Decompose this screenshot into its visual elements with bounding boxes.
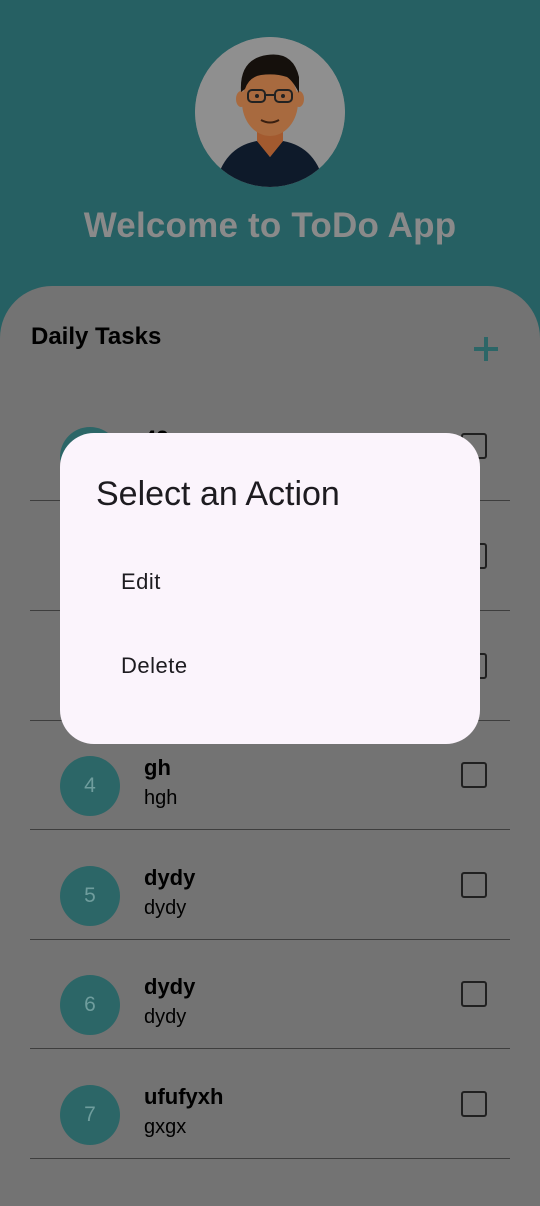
add-task-button[interactable]: [470, 333, 502, 365]
task-subtitle: dydy: [144, 897, 187, 919]
task-title: dydy: [144, 865, 196, 890]
person-avatar-illustration: [195, 37, 345, 187]
task-number-badge: 7: [60, 1085, 120, 1145]
task-checkbox[interactable]: [461, 762, 487, 788]
task-subtitle: gxgx: [144, 1116, 187, 1138]
header: Welcome to ToDo App: [0, 0, 540, 300]
task-title: dydy: [144, 974, 196, 999]
task-checkbox[interactable]: [461, 981, 487, 1007]
delete-option[interactable]: Delete: [121, 653, 188, 679]
task-row[interactable]: 7 ufufyxh gxgx: [30, 1048, 510, 1159]
task-row[interactable]: 6 dydy dydy: [30, 938, 510, 1049]
task-checkbox[interactable]: [461, 872, 487, 898]
task-row[interactable]: 5 dydy dydy: [30, 829, 510, 940]
edit-option[interactable]: Edit: [121, 569, 161, 595]
task-subtitle: hgh: [144, 787, 178, 809]
action-dialog: Select an Action Edit Delete: [60, 433, 480, 744]
welcome-title: Welcome to ToDo App: [83, 206, 457, 245]
avatar: [195, 37, 345, 187]
task-number-badge: 4: [60, 756, 120, 816]
dialog-title: Select an Action: [96, 475, 340, 513]
task-checkbox[interactable]: [461, 1091, 487, 1117]
task-title: ufufyxh: [144, 1084, 224, 1109]
task-title: gh: [144, 755, 171, 780]
task-subtitle: dydy: [144, 1006, 187, 1028]
task-number-badge: 5: [60, 866, 120, 926]
section-title: Daily Tasks: [31, 323, 162, 350]
task-number-badge: 6: [60, 975, 120, 1035]
plus-icon: [474, 337, 498, 361]
